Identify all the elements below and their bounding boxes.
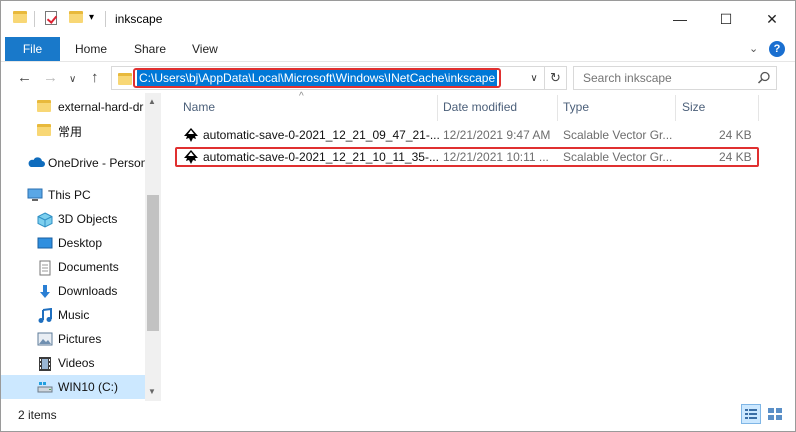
refresh-icon[interactable]: ↻ <box>545 66 567 90</box>
nav-item-label: 常用 <box>58 124 83 139</box>
nav-item-this-pc[interactable]: This PC <box>1 183 145 207</box>
column-separator[interactable] <box>437 95 438 121</box>
scroll-down-icon[interactable]: ▼ <box>148 387 156 396</box>
column-header-size[interactable]: Size <box>682 100 705 114</box>
nav-item-external-hard-drive[interactable]: external-hard-dr <box>1 95 145 119</box>
customize-toolbar-icon[interactable]: ▾ <box>89 12 94 23</box>
nav-item-downloads[interactable]: Downloads <box>1 279 145 303</box>
file-name: automatic-save-0-2021_12_21_09_47_21-... <box>203 128 440 142</box>
row-highlight-outline <box>175 147 759 167</box>
close-button[interactable]: ✕ <box>749 1 795 37</box>
forward-icon[interactable]: → <box>43 70 58 86</box>
desktop-icon <box>37 236 53 250</box>
navigation-pane: external-hard-dr 常用 OneDrive - Person Th… <box>1 93 161 401</box>
search-icon <box>757 71 770 84</box>
window-title: inkscape <box>115 12 163 26</box>
file-type: Scalable Vector Gr... <box>563 128 673 142</box>
nav-item-videos[interactable]: Videos <box>1 351 145 375</box>
pictures-icon <box>37 332 53 346</box>
large-icons-view-icon[interactable] <box>765 404 785 424</box>
file-list: ^ Name Date modified Type Size automatic… <box>161 91 795 401</box>
nav-item-onedrive[interactable]: OneDrive - Person <box>1 151 145 175</box>
nav-item-common[interactable]: 常用 <box>1 119 145 143</box>
nav-item-music[interactable]: Music <box>1 303 145 327</box>
address-dropdown-icon[interactable]: ∨ <box>526 69 542 87</box>
up-icon[interactable]: ↑ <box>91 70 99 86</box>
documents-icon <box>37 260 53 276</box>
nav-pane-scrollbar[interactable]: ▲ ▼ <box>145 93 161 401</box>
videos-icon <box>37 356 53 371</box>
nav-item-label: WIN10 (C:) <box>58 380 118 394</box>
nav-item-label: Videos <box>58 356 95 370</box>
separator <box>34 11 35 27</box>
separator <box>105 11 106 27</box>
file-explorer-window: ▾ inkscape — ☐ ✕ File Home Share View ⌄ … <box>0 0 796 432</box>
folder-icon <box>118 73 132 85</box>
onedrive-icon <box>27 156 45 170</box>
ribbon-tabs: File Home Share View ⌄ ? <box>1 37 795 61</box>
address-row: ← → ∨ ↑ C:\Users\bj\AppData\Local\Micros… <box>1 61 795 93</box>
recent-locations-icon[interactable]: ∨ <box>69 72 76 88</box>
scrollbar-thumb[interactable] <box>147 195 159 331</box>
tab-home[interactable]: Home <box>75 42 107 56</box>
drive-icon <box>37 380 53 394</box>
nav-item-label: This PC <box>48 188 91 202</box>
nav-item-win10-drive[interactable]: WIN10 (C:) <box>1 375 145 399</box>
folder-icon <box>37 124 53 138</box>
column-separator[interactable] <box>675 95 676 121</box>
nav-item-label: 3D Objects <box>58 212 118 226</box>
search-input[interactable] <box>574 67 754 89</box>
nav-item-label: Pictures <box>58 332 102 346</box>
nav-item-3d-objects[interactable]: 3D Objects <box>1 207 145 231</box>
folder-icon <box>13 11 27 23</box>
column-separator[interactable] <box>557 95 558 121</box>
sort-ascending-icon: ^ <box>299 91 304 102</box>
column-separator[interactable] <box>758 95 759 121</box>
tab-view[interactable]: View <box>192 42 218 56</box>
nav-item-label: external-hard-dr <box>58 100 144 114</box>
title-bar: ▾ inkscape — ☐ ✕ <box>1 1 795 37</box>
scroll-up-icon[interactable]: ▲ <box>148 97 156 106</box>
nav-item-label: Documents <box>58 260 119 274</box>
tab-share[interactable]: Share <box>134 42 166 56</box>
expand-ribbon-icon[interactable]: ⌄ <box>749 42 758 55</box>
item-count: 2 items <box>18 408 57 422</box>
file-size: 24 KB <box>719 128 752 142</box>
address-highlight: C:\Users\bj\AppData\Local\Microsoft\Wind… <box>133 68 502 88</box>
properties-icon[interactable] <box>45 11 57 25</box>
music-icon <box>37 307 53 323</box>
file-row[interactable]: automatic-save-0-2021_12_21_09_47_21-...… <box>177 125 757 145</box>
back-icon[interactable]: ← <box>17 70 32 86</box>
inkscape-file-icon <box>184 128 198 142</box>
tab-file[interactable]: File <box>5 37 60 61</box>
nav-item-label: Music <box>58 308 90 322</box>
nav-item-pictures[interactable]: Pictures <box>1 327 145 351</box>
new-folder-icon[interactable] <box>69 11 83 23</box>
nav-item-label: OneDrive - Person <box>48 156 145 170</box>
help-icon[interactable]: ? <box>769 41 785 57</box>
address-bar[interactable]: C:\Users\bj\AppData\Local\Microsoft\Wind… <box>111 66 545 90</box>
nav-item-documents[interactable]: Documents <box>1 255 145 279</box>
maximize-button[interactable]: ☐ <box>703 1 749 37</box>
nav-item-label: Downloads <box>58 284 118 298</box>
3d-objects-icon <box>37 212 53 228</box>
minimize-button[interactable]: — <box>657 1 703 37</box>
folder-icon <box>37 100 53 114</box>
column-header-name[interactable]: Name <box>183 100 215 114</box>
details-view-icon[interactable] <box>741 404 761 424</box>
pc-icon <box>27 188 43 202</box>
status-bar: 2 items <box>1 401 795 431</box>
address-path[interactable]: C:\Users\bj\AppData\Local\Microsoft\Wind… <box>137 70 498 86</box>
downloads-icon <box>37 284 53 298</box>
nav-item-desktop[interactable]: Desktop <box>1 231 145 255</box>
nav-item-label: Desktop <box>58 236 103 250</box>
column-header-type[interactable]: Type <box>563 100 589 114</box>
search-box[interactable] <box>573 66 777 90</box>
column-header-date-modified[interactable]: Date modified <box>443 100 517 114</box>
file-date-modified: 12/21/2021 9:47 AM <box>443 128 551 142</box>
